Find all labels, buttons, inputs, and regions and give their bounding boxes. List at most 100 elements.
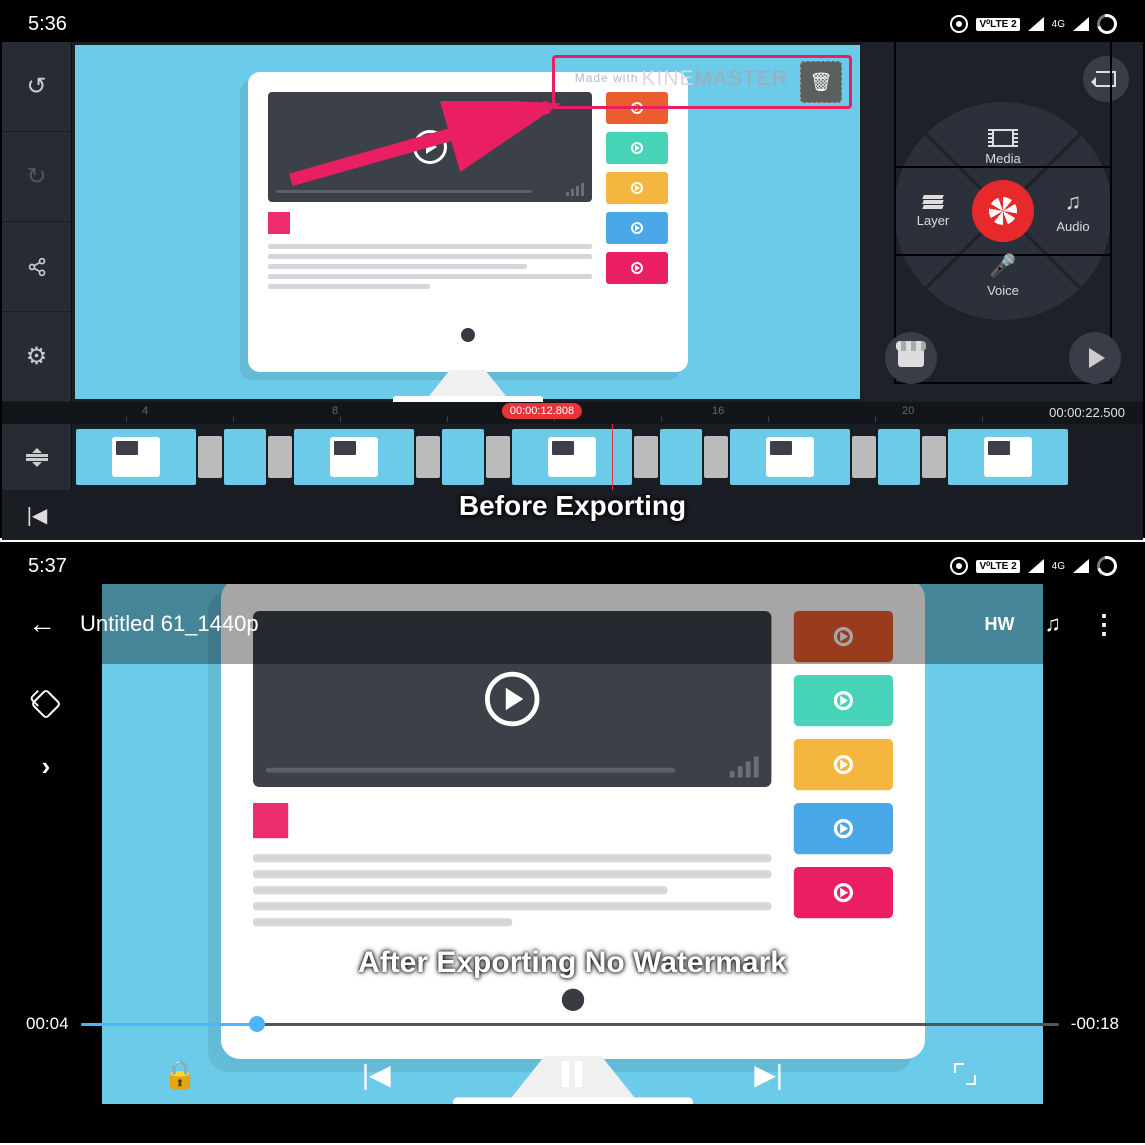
annotation-caption: After Exporting No Watermark — [358, 946, 787, 980]
timeline-clip[interactable] — [442, 429, 484, 485]
timeline-split-button[interactable] — [2, 424, 72, 490]
seek-track[interactable] — [81, 1023, 1059, 1026]
lock-button[interactable] — [155, 1054, 205, 1094]
preview-monitor-graphic — [248, 72, 688, 372]
preview-canvas[interactable]: Made withKINEMASTER — [75, 45, 860, 399]
audio-track-button[interactable] — [1039, 605, 1068, 643]
timeline-ruler[interactable]: 4 8 12 16 20 00:00:12.808 00:00:22.500 — [2, 402, 1143, 424]
back-button[interactable] — [22, 602, 62, 646]
timeline-track[interactable] — [2, 424, 1143, 490]
transition[interactable] — [634, 436, 658, 478]
pause-button[interactable] — [547, 1054, 597, 1094]
more-menu-button[interactable] — [1085, 603, 1123, 646]
store-button[interactable] — [885, 332, 937, 384]
ruler-tick: 4 — [142, 405, 148, 417]
transition[interactable] — [416, 436, 440, 478]
share-icon — [27, 257, 47, 277]
split-icon — [26, 443, 48, 472]
seek-knob[interactable] — [249, 1016, 265, 1032]
undo-icon — [26, 72, 46, 101]
thumb-column — [606, 92, 668, 312]
timeline-clip[interactable] — [660, 429, 702, 485]
timeline-clip[interactable] — [948, 429, 1068, 485]
hotspot-icon — [950, 557, 968, 575]
ruler-tick: 16 — [712, 405, 724, 417]
wheel-record-button[interactable] — [972, 180, 1034, 242]
shutter-icon — [989, 197, 1017, 225]
rotate-icon — [30, 688, 61, 719]
settings-button[interactable] — [2, 312, 71, 402]
hotspot-icon — [950, 15, 968, 33]
timeline-clip[interactable] — [294, 429, 414, 485]
fullscreen-button[interactable] — [940, 1054, 990, 1094]
share-button[interactable] — [2, 222, 71, 312]
gear-icon — [26, 342, 48, 371]
store-icon — [898, 349, 924, 367]
player-top-bar: Untitled 61_1440p HW — [2, 584, 1143, 664]
timeline-clip[interactable] — [730, 429, 850, 485]
previous-button[interactable] — [351, 1054, 401, 1094]
transition[interactable] — [486, 436, 510, 478]
action-wheel: Media Audio Voice Layer — [894, 102, 1112, 320]
clock: 5:36 — [28, 13, 67, 36]
ruler-tick: 20 — [902, 405, 914, 417]
timeline-clip[interactable] — [224, 429, 266, 485]
play-icon — [413, 130, 447, 164]
hw-decoder-button[interactable]: HW — [979, 608, 1021, 641]
seek-bar[interactable]: 00:04 -00:18 — [2, 1014, 1143, 1044]
signal-icon-2 — [1073, 17, 1089, 31]
network-label: 4G — [1052, 561, 1065, 572]
remaining-time: -00:18 — [1071, 1014, 1119, 1034]
fullscreen-icon — [954, 1063, 976, 1085]
next-button[interactable] — [744, 1054, 794, 1094]
signal-icon — [1028, 559, 1044, 573]
total-duration: 00:00:22.500 — [1045, 404, 1129, 421]
player-side-controls — [26, 684, 66, 786]
timeline-clip[interactable] — [76, 429, 196, 485]
rotate-button[interactable] — [26, 684, 66, 724]
after-screenshot: 5:37 V⁰LTE 2 4G — [0, 542, 1145, 1143]
playhead-time[interactable]: 00:00:12.808 — [502, 403, 582, 419]
transition[interactable] — [922, 436, 946, 478]
video-player-area[interactable]: Untitled 61_1440p HW After Exporting No … — [2, 584, 1143, 1104]
loading-icon — [1093, 10, 1120, 37]
volte-badge: V⁰LTE 2 — [976, 560, 1019, 573]
expand-panel-button[interactable] — [26, 746, 66, 786]
right-panel: Media Audio Voice Layer — [863, 42, 1143, 402]
video-title: Untitled 61_1440p — [80, 611, 259, 637]
left-sidebar — [2, 42, 72, 402]
editor-area: Made withKINEMASTER Media Audio Voice La… — [2, 42, 1143, 402]
play-icon — [485, 672, 539, 726]
before-screenshot: 5:36 V⁰LTE 2 4G — [0, 0, 1145, 538]
undo-button[interactable] — [2, 42, 71, 132]
timeline-clip[interactable] — [512, 429, 632, 485]
transition[interactable] — [852, 436, 876, 478]
jump-start-button[interactable] — [2, 490, 72, 540]
signal-icon — [1028, 17, 1044, 31]
layer-icon — [923, 195, 943, 209]
player-controls: 00:04 -00:18 — [2, 1014, 1143, 1104]
transition[interactable] — [704, 436, 728, 478]
volte-badge: V⁰LTE 2 — [976, 18, 1019, 31]
annotation-caption: Before Exporting — [459, 490, 686, 522]
delete-watermark-button[interactable] — [800, 61, 842, 103]
status-bar: 5:36 V⁰LTE 2 4G — [2, 2, 1143, 42]
trash-icon — [810, 72, 833, 93]
ruler-tick: 8 — [332, 405, 338, 417]
redo-icon — [26, 162, 46, 191]
current-time: 00:04 — [26, 1014, 69, 1034]
clock: 5:37 — [28, 555, 67, 578]
redo-button[interactable] — [2, 132, 71, 222]
loading-icon — [1093, 552, 1120, 579]
play-preview-button[interactable] — [1069, 332, 1121, 384]
timeline-clip[interactable] — [878, 429, 920, 485]
watermark-text[interactable]: Made withKINEMASTER — [575, 67, 788, 91]
transition[interactable] — [198, 436, 222, 478]
prev-icon — [27, 503, 48, 528]
transition[interactable] — [268, 436, 292, 478]
playhead-line[interactable] — [612, 424, 613, 490]
mock-video-player — [268, 92, 592, 202]
network-label: 4G — [1052, 19, 1065, 30]
signal-icon-2 — [1073, 559, 1089, 573]
status-bar: 5:37 V⁰LTE 2 4G — [2, 544, 1143, 584]
